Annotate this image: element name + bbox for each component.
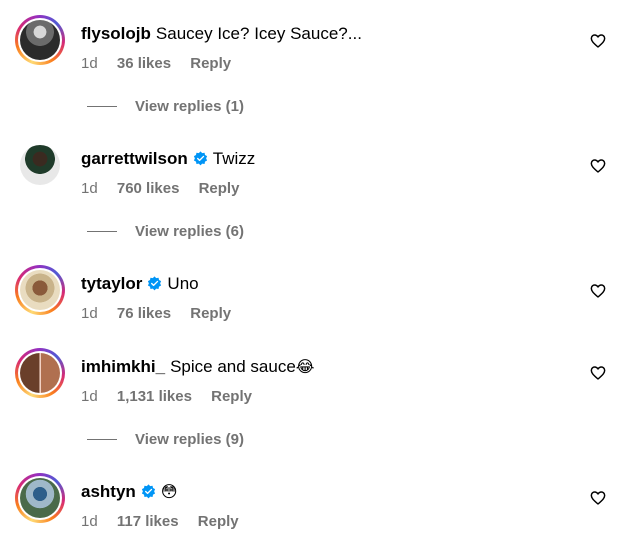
comment-text: Saucey Ice? Icey Sauce?... xyxy=(155,24,362,43)
avatar-story-ring[interactable] xyxy=(15,348,65,398)
avatar xyxy=(20,478,60,518)
reply-button[interactable]: Reply xyxy=(211,388,252,405)
avatar-frame[interactable] xyxy=(15,140,65,190)
heart-icon[interactable] xyxy=(590,365,606,381)
comment-text: Uno xyxy=(167,274,199,293)
heart-icon[interactable] xyxy=(590,490,606,506)
avatar-story-ring[interactable] xyxy=(15,15,65,65)
view-replies-button[interactable]: View replies (1) xyxy=(87,97,244,117)
heart-icon[interactable] xyxy=(590,283,606,299)
reply-button[interactable]: Reply xyxy=(199,180,240,197)
comment-text: Twizz xyxy=(212,149,256,168)
reply-button[interactable]: Reply xyxy=(190,55,231,72)
avatar xyxy=(20,353,60,393)
reply-button[interactable]: Reply xyxy=(190,305,231,322)
comment-likes[interactable]: 760 likes xyxy=(117,180,180,197)
comment-timestamp[interactable]: 1d xyxy=(81,388,98,405)
comment-username[interactable]: flysolojb xyxy=(81,24,151,43)
view-replies-button[interactable]: View replies (9) xyxy=(87,430,244,450)
avatar-story-ring[interactable] xyxy=(15,473,65,523)
avatar-story-ring[interactable] xyxy=(15,265,65,315)
comment-timestamp[interactable]: 1d xyxy=(81,55,98,72)
comment-username[interactable]: imhimkhi_ xyxy=(81,357,165,376)
comment-username[interactable]: tytaylor xyxy=(81,274,142,293)
verified-badge-icon xyxy=(148,276,162,291)
avatar xyxy=(20,20,60,60)
avatar xyxy=(20,145,60,185)
comment-timestamp[interactable]: 1d xyxy=(81,305,98,322)
comment-likes[interactable]: 36 likes xyxy=(117,55,171,72)
tears-of-joy-emoji: 😂 xyxy=(295,357,315,376)
comment-text: Spice and sauce xyxy=(170,357,296,376)
comment-likes[interactable]: 76 likes xyxy=(117,305,171,322)
replies-divider xyxy=(87,439,117,440)
reply-button[interactable]: Reply xyxy=(198,513,239,530)
heart-icon[interactable] xyxy=(590,158,606,174)
comment-username[interactable]: ashtyn xyxy=(81,482,136,501)
verified-badge-icon xyxy=(193,151,207,166)
comment-likes[interactable]: 117 likes xyxy=(117,513,179,530)
comment-username[interactable]: garrettwilson xyxy=(81,149,188,168)
replies-divider xyxy=(87,231,117,232)
replies-divider xyxy=(87,106,117,107)
comment-timestamp[interactable]: 1d xyxy=(81,180,98,197)
verified-badge-icon xyxy=(141,484,155,499)
comment-timestamp[interactable]: 1d xyxy=(81,513,98,530)
heart-icon[interactable] xyxy=(590,33,606,49)
comment-likes[interactable]: 1,131 likes xyxy=(117,388,192,405)
view-replies-button[interactable]: View replies (6) xyxy=(87,222,244,242)
flushed-face-emoji: 😳 xyxy=(160,482,178,501)
avatar xyxy=(20,270,60,310)
